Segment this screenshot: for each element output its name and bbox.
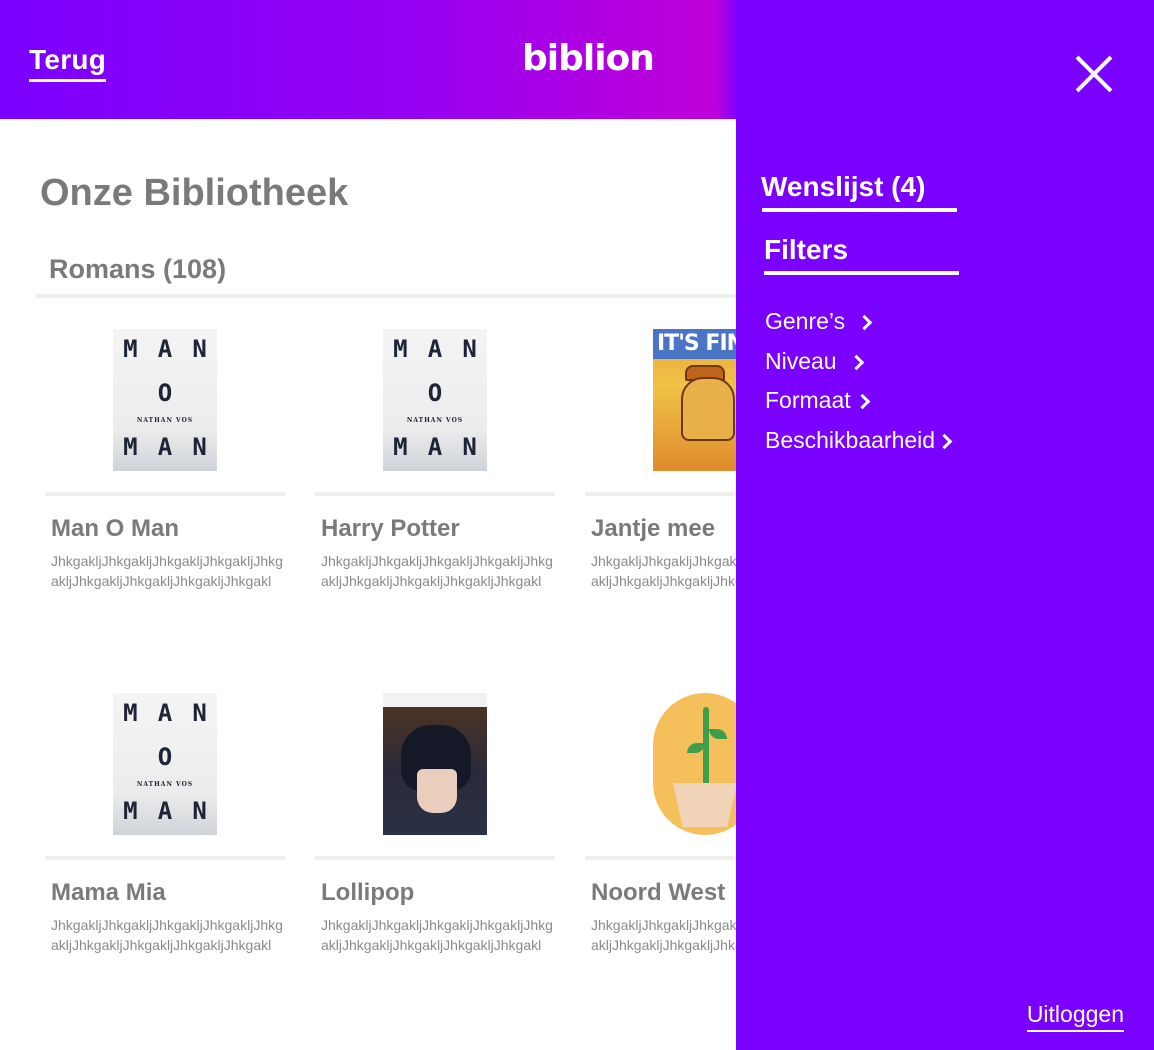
section-title-romans: Romans (108) — [49, 254, 227, 284]
filter-label: Genre’s — [765, 308, 846, 334]
book-card[interactable]: Lollipop JhkgakljJhkgakljJhkgakljJhkgakl… — [315, 693, 565, 993]
card-divider — [315, 856, 555, 860]
filter-label: Formaat — [765, 387, 851, 413]
book-title[interactable]: Noord West — [591, 879, 725, 907]
section-divider — [36, 294, 756, 298]
filter-formaat[interactable]: Formaat — [765, 387, 870, 414]
side-menu-panel: Wenslijst (4) Filters Genre’s Niveau For… — [736, 0, 1154, 1050]
filter-beschikbaarheid[interactable]: Beschikbaarheid — [765, 427, 953, 454]
book-title[interactable]: Jantje mee — [591, 515, 715, 543]
card-divider — [45, 492, 285, 496]
book-title[interactable]: Mama Mia — [51, 879, 166, 907]
book-description: JhkgakljJhkgakljJhkgakljJhkgakljJhkgaklj… — [51, 553, 283, 589]
book-title[interactable]: Man O Man — [51, 515, 179, 543]
page-title: Onze Bibliotheek — [40, 172, 349, 214]
filter-niveau[interactable]: Niveau — [765, 348, 864, 375]
filter-label: Beschikbaarheid — [765, 427, 936, 453]
card-divider — [45, 856, 285, 860]
book-card[interactable]: MAN O NATHAN VOS MAN Mama Mia JhkgakljJh… — [45, 693, 295, 993]
close-icon[interactable] — [1074, 56, 1114, 92]
chevron-right-icon — [936, 433, 953, 450]
filters-underline — [764, 271, 959, 275]
filters-link[interactable]: Filters — [764, 234, 848, 266]
book-description: JhkgakljJhkgakljJhkgakljJhkgakljJhkgaklj… — [51, 917, 283, 953]
wishlist-underline — [762, 208, 957, 212]
filter-label: Niveau — [765, 348, 837, 374]
logout-link[interactable]: Uitloggen — [1026, 1001, 1124, 1032]
chevron-right-icon — [854, 393, 870, 410]
book-cover-image[interactable] — [383, 693, 487, 835]
chevron-right-icon — [848, 354, 864, 371]
book-card[interactable]: MAN O NATHAN VOS MAN Man O Man JhkgakljJ… — [45, 329, 295, 629]
book-title[interactable]: Lollipop — [321, 879, 414, 907]
book-description: JhkgakljJhkgakljJhkgakljJhkgakljJhkgaklj… — [321, 553, 553, 589]
chevron-right-icon — [856, 314, 873, 331]
book-card[interactable]: MAN O NATHAN VOS MAN Harry Potter Jhkgak… — [315, 329, 565, 629]
back-link[interactable]: Terug — [29, 44, 107, 82]
filter-genres[interactable]: Genre’s — [765, 308, 873, 335]
book-description: JhkgakljJhkgakljJhkgakljJhkgakljJhkgaklj… — [321, 917, 553, 953]
card-divider — [315, 492, 555, 496]
wishlist-link[interactable]: Wenslijst (4) — [761, 171, 925, 203]
book-title[interactable]: Harry Potter — [321, 515, 460, 543]
biblion-logo[interactable]: biblion — [522, 38, 655, 79]
book-cover-image[interactable]: MAN O NATHAN VOS MAN — [113, 329, 217, 471]
book-cover-image[interactable]: MAN O NATHAN VOS MAN — [113, 693, 217, 835]
book-cover-image[interactable]: MAN O NATHAN VOS MAN — [383, 329, 487, 471]
